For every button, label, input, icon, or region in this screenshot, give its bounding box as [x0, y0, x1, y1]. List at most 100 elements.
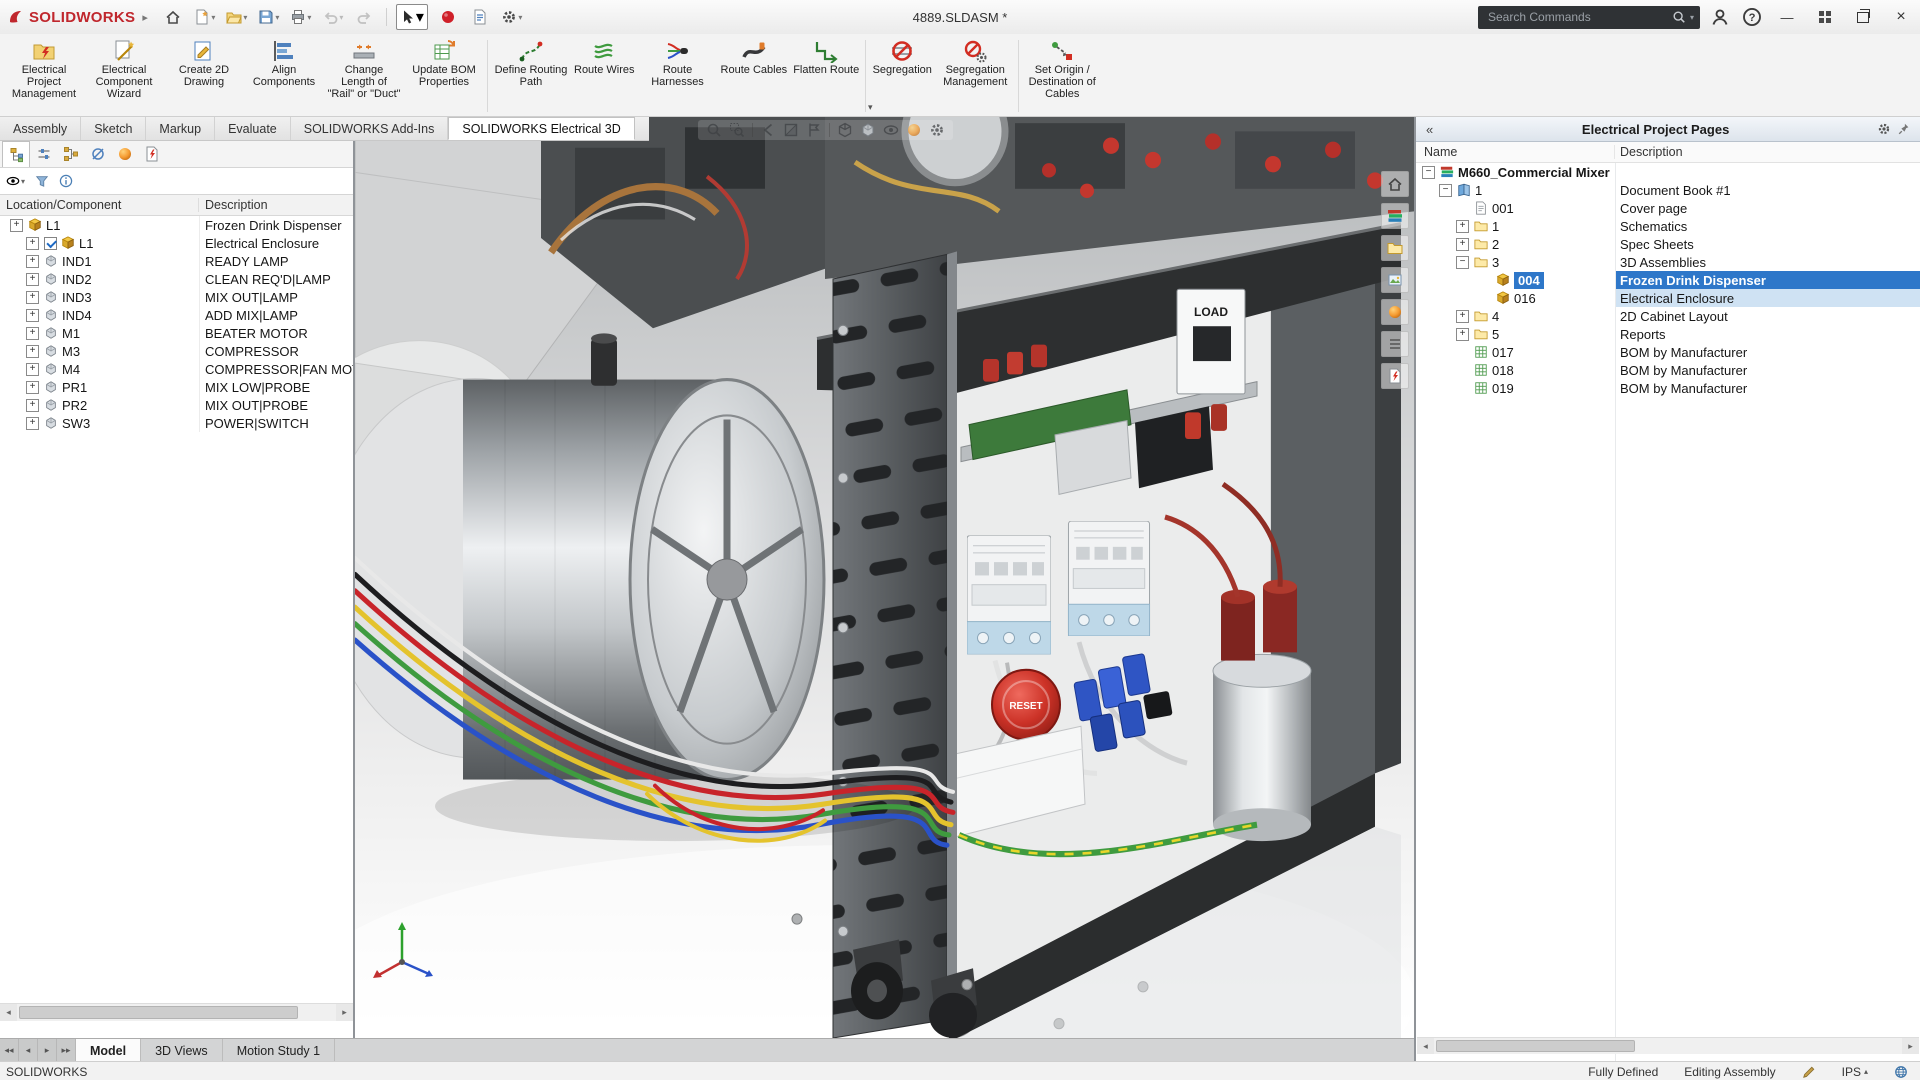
segregation-management-button[interactable]: Segregation Management [935, 36, 1015, 116]
display-style-icon[interactable] [860, 122, 876, 138]
edit-sketch-icon[interactable] [1802, 1065, 1816, 1079]
graphics-area[interactable]: LOAD RESET [355, 117, 1414, 1038]
column-description[interactable]: Description [199, 198, 353, 212]
capacitor[interactable] [1213, 654, 1311, 841]
feature-tree-row[interactable]: PR1MIX LOW|PROBE [0, 378, 353, 396]
red-badge-icon[interactable] [433, 4, 463, 30]
expander-icon[interactable] [26, 255, 39, 268]
feature-tree-row[interactable]: L1Frozen Drink Dispenser [0, 216, 353, 234]
change-length-button[interactable]: Change Length of "Rail" or "Duct" [324, 36, 404, 116]
view-settings-icon[interactable] [929, 122, 945, 138]
expander-icon[interactable] [26, 399, 39, 412]
assembly-page-row-selected[interactable]: 004Frozen Drink Dispenser [1416, 271, 1920, 289]
folder-row[interactable]: 2Spec Sheets [1416, 235, 1920, 253]
tab-evaluate[interactable]: Evaluate [215, 117, 291, 140]
redo-button[interactable] [350, 4, 380, 30]
reset-button[interactable]: RESET [992, 670, 1060, 740]
electrical-project-management-button[interactable]: Electrical Project Management [4, 36, 84, 116]
align-components-button[interactable]: Align Components [244, 36, 324, 116]
tab-scroll-first-icon[interactable]: ◂◂ [0, 1039, 19, 1062]
web-status-icon[interactable] [1894, 1065, 1908, 1079]
bom-row[interactable]: 017BOM by Manufacturer [1416, 343, 1920, 361]
tree-filter-button[interactable] [33, 172, 51, 190]
expander-icon[interactable] [26, 417, 39, 430]
folder-row[interactable]: 1Schematics [1416, 217, 1920, 235]
electrical-manager-tab[interactable] [139, 141, 165, 167]
scrollbar-thumb[interactable] [1436, 1040, 1635, 1052]
column-name[interactable]: Name [1416, 145, 1615, 159]
feature-tree-row[interactable]: IND3MIX OUT|LAMP [0, 288, 353, 306]
displaymanager-tab[interactable] [112, 141, 138, 167]
tab-scroll-last-icon[interactable]: ▸▸ [57, 1039, 76, 1062]
scroll-right-arrow-icon[interactable]: ▸ [1902, 1038, 1919, 1054]
expander-icon[interactable] [26, 327, 39, 340]
scrollbar-track[interactable] [17, 1004, 336, 1021]
electrical-task-pane-icon[interactable] [1381, 363, 1409, 389]
zoom-area-icon[interactable] [729, 122, 745, 138]
feature-tree-row[interactable]: L1Electrical Enclosure [0, 234, 353, 252]
create-2d-drawing-button[interactable]: Create 2D Drawing [164, 36, 244, 116]
column-location-component[interactable]: Location/Component [0, 198, 199, 212]
expander-icon[interactable] [1456, 256, 1469, 269]
dimxpertmanager-tab[interactable] [85, 141, 111, 167]
featuremanager-tree-tab[interactable] [2, 141, 30, 167]
tab-scroll-left-icon[interactable]: ◂ [19, 1039, 38, 1062]
view-palette-icon[interactable] [1381, 267, 1409, 293]
search-icon[interactable] [1672, 10, 1686, 24]
bom-row[interactable]: 018BOM by Manufacturer [1416, 361, 1920, 379]
feature-tree-row[interactable]: M3COMPRESSOR [0, 342, 353, 360]
options-button[interactable]: ▾ [497, 4, 527, 30]
expander-icon[interactable] [1439, 184, 1452, 197]
appearances-icon[interactable] [1381, 299, 1409, 325]
expander-icon[interactable] [10, 219, 23, 232]
expander-icon[interactable] [1456, 220, 1469, 233]
scrollbar-thumb[interactable] [19, 1006, 298, 1019]
zoom-fit-icon[interactable] [706, 122, 722, 138]
configurationmanager-tab[interactable] [58, 141, 84, 167]
solidworks-resources-icon[interactable] [1381, 171, 1409, 197]
tile-windows-button[interactable] [1810, 3, 1840, 31]
home-button[interactable] [158, 4, 188, 30]
tab-3d-views[interactable]: 3D Views [141, 1039, 223, 1062]
scroll-left-arrow-icon[interactable]: ◂ [0, 1004, 17, 1021]
feature-tree-row[interactable]: M1BEATER MOTOR [0, 324, 353, 342]
save-button[interactable]: ▾ [254, 4, 284, 30]
tab-scroll-right-icon[interactable]: ▸ [38, 1039, 57, 1062]
search-dropdown-icon[interactable]: ▾ [1690, 13, 1694, 22]
assembly-page-row[interactable]: 016Electrical Enclosure [1416, 289, 1920, 307]
contactor[interactable] [967, 535, 1051, 654]
project-row[interactable]: M660_Commercial Mixer [1416, 163, 1920, 181]
expander-icon[interactable] [26, 237, 39, 250]
restore-button[interactable] [1848, 3, 1878, 31]
edit-appearance-icon[interactable] [906, 122, 922, 138]
search-input[interactable] [1484, 10, 1672, 24]
folder-row[interactable]: 42D Cabinet Layout [1416, 307, 1920, 325]
new-document-button[interactable]: ▾ [190, 4, 220, 30]
feature-tree-row[interactable]: IND1READY LAMP [0, 252, 353, 270]
panel-settings-icon[interactable] [1874, 122, 1894, 136]
search-commands-box[interactable]: ▾ [1478, 6, 1700, 29]
feature-tree-row[interactable]: SW3POWER|SWITCH [0, 414, 353, 432]
pin-panel-icon[interactable] [1894, 122, 1914, 136]
horizontal-scrollbar[interactable]: ◂ ▸ [1417, 1037, 1919, 1054]
feature-tree-row[interactable]: IND4ADD MIX|LAMP [0, 306, 353, 324]
segregation-button[interactable]: Segregation [869, 36, 935, 116]
feature-tree-row[interactable]: IND2CLEAN REQ'D|LAMP [0, 270, 353, 288]
expander-icon[interactable] [26, 309, 39, 322]
hide-show-items-icon[interactable] [883, 122, 899, 138]
expander-icon[interactable] [26, 381, 39, 394]
select-tool-button[interactable]: ▾ [396, 4, 428, 30]
route-wires-button[interactable]: Route Wires [571, 36, 638, 116]
load-box[interactable]: LOAD [1177, 289, 1245, 394]
tab-solidworks-electrical-3d[interactable]: SOLIDWORKS Electrical 3D [448, 117, 634, 140]
tab-markup[interactable]: Markup [146, 117, 215, 140]
unit-system-selector[interactable]: IPS▴ [1842, 1065, 1868, 1079]
view-orientation-icon[interactable] [837, 122, 853, 138]
tab-motion-study-1[interactable]: Motion Study 1 [223, 1039, 335, 1062]
undo-button[interactable]: ▾ [318, 4, 348, 30]
3d-viewport-canvas[interactable]: LOAD RESET [355, 117, 1414, 1038]
folder-row[interactable]: 33D Assemblies [1416, 253, 1920, 271]
checkbox[interactable] [44, 237, 57, 250]
minimize-button[interactable]: — [1772, 3, 1802, 31]
update-bom-properties-button[interactable]: Update BOM Properties [404, 36, 484, 116]
